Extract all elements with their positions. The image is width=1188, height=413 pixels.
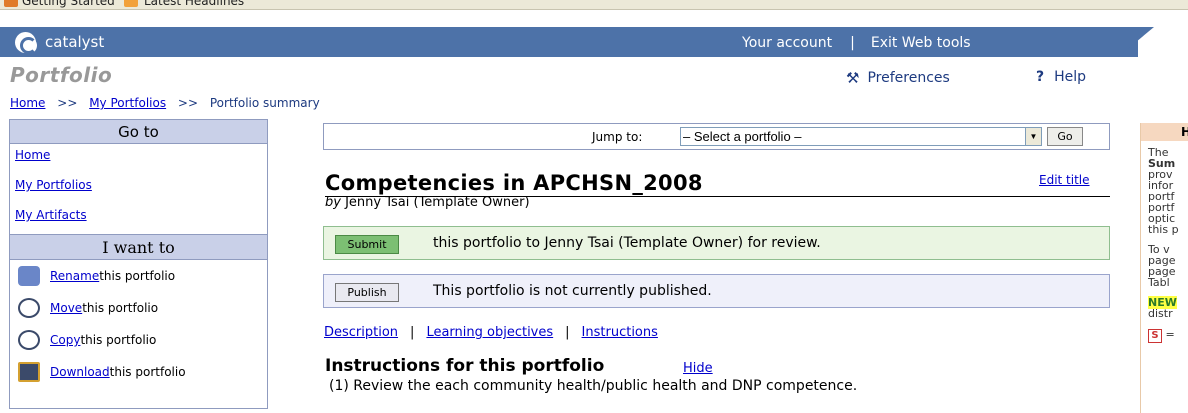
tab-separator: | [565, 325, 570, 340]
owner-name: Jenny Tsai (Template Owner) [345, 195, 530, 210]
edit-title-link[interactable]: Edit title [1039, 173, 1090, 187]
preferences-label: Preferences [867, 70, 950, 86]
help-icon-row: S = [1148, 329, 1188, 343]
by-prefix: by [325, 195, 341, 210]
action-move: Move this portfolio [10, 292, 267, 324]
help-icon-suffix: = [1165, 328, 1175, 341]
firefox-icon[interactable] [4, 0, 18, 7]
wrench-icon: ⚒ [846, 69, 860, 87]
help-line: this p [1148, 223, 1179, 236]
bookmark-latest-headlines[interactable]: Latest Headlines [144, 0, 244, 8]
preferences-link[interactable]: ⚒ Preferences [846, 69, 950, 87]
action-copy-rest: this portfolio [80, 333, 157, 347]
sidebar-link-my-artifacts[interactable]: My Artifacts [15, 208, 87, 222]
tab-separator: | [410, 325, 415, 340]
help-panel: H The Sum prov infor portf portf optic t… [1140, 123, 1188, 413]
portfolio-owner: by Jenny Tsai (Template Owner) [325, 195, 530, 210]
your-account-link[interactable]: Your account [742, 35, 832, 51]
tab-instructions[interactable]: Instructions [582, 325, 658, 340]
publish-panel: Publish This portfolio is not currently … [323, 274, 1110, 308]
section-links: Description | Learning objectives | Inst… [324, 325, 658, 340]
sidebar-link-my-portfolios[interactable]: My Portfolios [15, 178, 92, 192]
help-panel-body: The Sum prov infor portf portf optic thi… [1141, 141, 1188, 343]
breadcrumb-separator: >> [177, 96, 199, 110]
sidebar-item-home: Home [10, 144, 267, 174]
portfolio-select-value: – Select a portfolio – [683, 129, 802, 144]
breadcrumb-home[interactable]: Home [10, 96, 45, 110]
sidebar-item-my-artifacts: My Artifacts [10, 204, 267, 234]
action-copy: Copy this portfolio [10, 324, 267, 356]
section-title: Portfolio [10, 63, 113, 87]
publish-button[interactable]: Publish [335, 283, 399, 302]
move-link[interactable]: Move [50, 301, 82, 315]
copy-link[interactable]: Copy [50, 333, 80, 347]
breadcrumb-separator: >> [57, 96, 78, 110]
breadcrumb-current: Portfolio summary [209, 96, 320, 110]
exit-web-tools-link[interactable]: Exit Web tools [871, 35, 971, 51]
breadcrumb-my-portfolios[interactable]: My Portfolios [89, 96, 166, 110]
help-label: Help [1054, 69, 1087, 85]
move-icon[interactable] [18, 298, 40, 318]
help-panel-heading: H [1141, 123, 1188, 141]
sidebar-item-my-portfolios: My Portfolios [10, 174, 267, 204]
tab-learning-objectives[interactable]: Learning objectives [426, 325, 553, 340]
app-name[interactable]: catalyst [45, 33, 104, 51]
rename-link[interactable]: Rename [50, 269, 99, 283]
go-button[interactable]: Go [1047, 127, 1083, 146]
action-rename: Rename this portfolio [10, 260, 267, 292]
help-line: distr [1148, 307, 1173, 320]
breadcrumb: Home >> My Portfolios >> Portfolio summa… [10, 96, 320, 110]
bookmark-getting-started[interactable]: Getting Started [22, 0, 115, 8]
jump-to-label: Jump to: [592, 130, 643, 144]
header-separator: | [850, 35, 855, 51]
submit-button[interactable]: Submit [335, 235, 399, 254]
header-nav: Your account | Exit Web tools [742, 35, 971, 51]
s-icon: S [1148, 329, 1162, 343]
download-icon[interactable] [18, 362, 40, 382]
bookmarks-toolbar: Getting Started Latest Headlines [0, 0, 1188, 10]
instructions-text: (1) Review the each community health/pub… [329, 378, 858, 394]
tab-description[interactable]: Description [324, 325, 398, 340]
copy-icon[interactable] [18, 330, 40, 350]
instructions-heading: Instructions for this portfolio [325, 356, 605, 376]
portfolio-select[interactable]: – Select a portfolio – ▼ [680, 127, 1042, 146]
download-link[interactable]: Download [50, 365, 110, 379]
action-move-rest: this portfolio [82, 301, 159, 315]
action-rename-rest: this portfolio [99, 269, 176, 283]
submit-panel: Submit this portfolio to Jenny Tsai (Tem… [323, 226, 1110, 260]
help-line: Tabl [1148, 276, 1170, 289]
jump-to-bar: Jump to: – Select a portfolio – ▼ Go [323, 123, 1110, 150]
help-icon: ? [1036, 69, 1045, 85]
hide-instructions-link[interactable]: Hide [683, 361, 713, 376]
help-link[interactable]: ? Help [1036, 69, 1086, 85]
goto-heading: Go to [10, 120, 267, 144]
publish-status: This portfolio is not currently publishe… [433, 283, 712, 299]
rename-icon[interactable] [18, 266, 40, 286]
header-slant-decoration [1118, 27, 1154, 57]
catalyst-logo-icon[interactable] [15, 32, 37, 54]
chevron-down-icon[interactable]: ▼ [1025, 128, 1041, 145]
i-want-to-heading: I want to [10, 234, 267, 260]
portfolio-title: Competencies in APCHSN_2008 [325, 171, 1110, 197]
action-download-rest: this portfolio [109, 365, 186, 379]
rss-icon[interactable] [124, 0, 138, 7]
sidebar: Go to Home My Portfolios My Artifacts I … [9, 119, 268, 409]
submit-description: this portfolio to Jenny Tsai (Template O… [433, 235, 821, 251]
action-download: Download this portfolio [10, 356, 267, 388]
sidebar-link-home[interactable]: Home [15, 148, 50, 162]
